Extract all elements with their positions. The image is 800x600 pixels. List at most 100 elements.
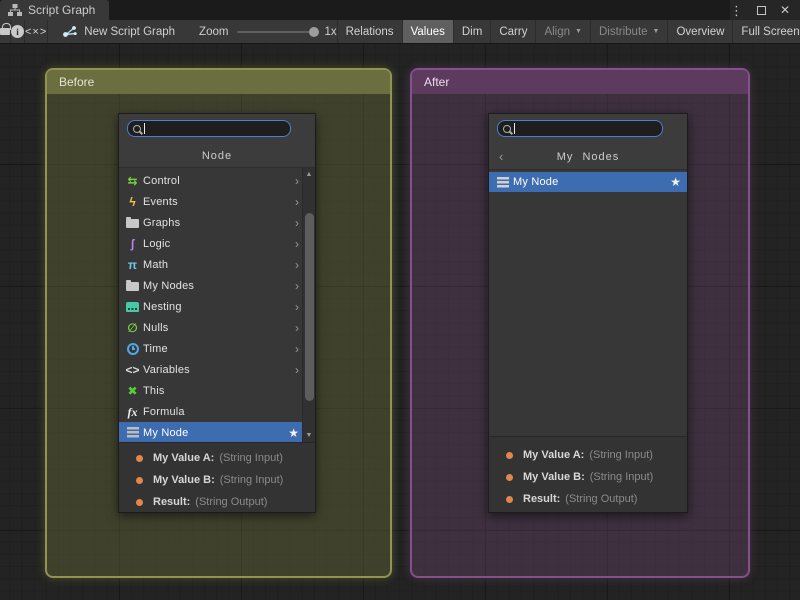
chevron-right-icon xyxy=(295,259,299,271)
info-icon xyxy=(11,25,24,38)
back-chevron-icon[interactable]: ‹ xyxy=(499,144,504,170)
scrollbar[interactable]: ▲ ▼ xyxy=(302,168,315,442)
finder-item-label: Graphs xyxy=(143,217,295,229)
finder-item-my-node[interactable]: My Node xyxy=(489,172,687,192)
port-dot-icon xyxy=(506,474,513,481)
stack-icon xyxy=(494,177,511,188)
toolbar-button-label: Dim xyxy=(462,26,482,38)
variables-icon: <> xyxy=(124,364,141,376)
chevron-right-icon xyxy=(295,175,299,187)
finder-item-logic[interactable]: ʃLogic xyxy=(119,233,315,254)
finder-item-my-nodes[interactable]: My Nodes xyxy=(119,275,315,296)
finder-item-label: Formula xyxy=(143,406,299,418)
events-icon: ϟ xyxy=(124,196,141,208)
tab-script-graph[interactable]: Script Graph xyxy=(0,0,109,20)
formula-icon: fx xyxy=(124,406,141,418)
toolbar-button-carry[interactable]: Carry xyxy=(490,20,535,43)
finder-item-label: My Nodes xyxy=(143,280,295,292)
graph-icon xyxy=(8,4,22,16)
scroll-down-icon[interactable]: ▼ xyxy=(303,429,315,442)
finder-right-title: My Nodes xyxy=(557,151,620,163)
toolbar-button-full-screen[interactable]: Full Screen xyxy=(732,20,800,43)
new-script-graph-button[interactable]: New Script Graph xyxy=(62,25,175,38)
toolbar-button-dim[interactable]: Dim xyxy=(453,20,490,43)
graph-canvas[interactable]: Before After Node ▲ ▼ ⇆ControlϟEventsGra… xyxy=(0,44,800,600)
zoom-slider-handle[interactable] xyxy=(309,27,319,37)
chevron-right-icon xyxy=(295,364,299,376)
finder-item-formula[interactable]: fxFormula xyxy=(119,401,315,422)
finder-item-label: My Node xyxy=(513,176,670,188)
code-view-button[interactable]: <×> xyxy=(25,20,48,43)
finder-item-label: Control xyxy=(143,175,295,187)
port-row: Result:(String Output) xyxy=(119,491,315,513)
search-field[interactable] xyxy=(497,120,663,137)
search-input[interactable] xyxy=(498,121,662,136)
finder-item-variables[interactable]: <>Variables xyxy=(119,359,315,380)
lock-button[interactable] xyxy=(0,20,11,43)
menu-kebab-icon[interactable]: ⋮ xyxy=(730,4,743,17)
toolbar-button-align: Align▼ xyxy=(535,20,590,43)
toolbar-button-label: Align xyxy=(544,26,570,38)
chevron-right-icon xyxy=(295,196,299,208)
finder-item-graphs[interactable]: Graphs xyxy=(119,212,315,233)
port-type: (String Input) xyxy=(219,452,283,464)
finder-item-label: Math xyxy=(143,259,295,271)
finder-item-control[interactable]: ⇆Control xyxy=(119,170,315,191)
search-input[interactable] xyxy=(128,121,290,136)
this-icon: ✖ xyxy=(124,385,141,397)
fuzzy-finder-right: ‹ My Nodes My Node My Value A:(String In… xyxy=(488,113,688,513)
lock-icon xyxy=(0,28,10,35)
port-row: Result:(String Output) xyxy=(489,488,687,510)
stack-icon xyxy=(124,427,141,438)
finder-item-label: My Node xyxy=(143,427,288,439)
title-bar: Script Graph ⋮ ✕ xyxy=(0,0,800,20)
port-name: My Value B: xyxy=(523,471,585,483)
finder-item-this[interactable]: ✖This xyxy=(119,380,315,401)
clock-icon xyxy=(124,343,141,355)
info-button[interactable] xyxy=(11,20,25,43)
dropdown-arrow-icon: ▼ xyxy=(653,28,660,35)
finder-item-label: This xyxy=(143,385,299,397)
maximize-icon[interactable] xyxy=(757,6,766,15)
folder-icon xyxy=(124,217,141,228)
finder-left-ports: My Value A:(String Input)My Value B:(Str… xyxy=(119,442,315,512)
fuzzy-finder-left: Node ▲ ▼ ⇆ControlϟEventsGraphsʃLogicπMat… xyxy=(118,113,316,513)
port-dot-icon xyxy=(136,455,143,462)
zoom-slider[interactable] xyxy=(237,31,315,33)
toolbar-button-label: Values xyxy=(411,26,445,38)
port-row: My Value B:(String Input) xyxy=(489,466,687,488)
toolbar-button-label: Carry xyxy=(499,26,527,38)
port-row: My Value A:(String Input) xyxy=(489,444,687,466)
finder-item-nulls[interactable]: ∅Nulls xyxy=(119,317,315,338)
finder-item-math[interactable]: πMath xyxy=(119,254,315,275)
port-name: Result: xyxy=(153,496,190,508)
finder-left-list: ▲ ▼ ⇆ControlϟEventsGraphsʃLogicπMathMy N… xyxy=(119,168,315,442)
search-field[interactable] xyxy=(127,120,291,137)
finder-item-my-node[interactable]: My Node xyxy=(119,422,315,442)
chevron-right-icon xyxy=(295,238,299,250)
finder-item-nesting[interactable]: Nesting xyxy=(119,296,315,317)
close-icon[interactable]: ✕ xyxy=(780,4,790,16)
scrollbar-thumb[interactable] xyxy=(305,213,314,401)
favorite-star-icon[interactable] xyxy=(670,176,681,188)
toolbar-button-values[interactable]: Values xyxy=(402,20,453,43)
scroll-up-icon[interactable]: ▲ xyxy=(303,168,315,181)
group-before-header[interactable]: Before xyxy=(47,70,390,94)
math-icon: π xyxy=(124,259,141,271)
chevron-right-icon xyxy=(295,217,299,229)
finder-item-label: Nulls xyxy=(143,322,295,334)
finder-item-label: Events xyxy=(143,196,295,208)
port-row: My Value A: (String Input) xyxy=(119,447,315,469)
chevron-right-icon xyxy=(295,280,299,292)
toolbar-button-relations[interactable]: Relations xyxy=(337,20,402,43)
tab-title: Script Graph xyxy=(28,3,95,17)
port-name: Result: xyxy=(523,493,560,505)
port-dot-icon xyxy=(506,496,513,503)
favorite-star-icon[interactable] xyxy=(288,427,299,439)
port-name: My Value A: xyxy=(153,452,214,464)
port-type: (String Input) xyxy=(220,474,284,486)
toolbar-button-overview[interactable]: Overview xyxy=(667,20,732,43)
finder-item-time[interactable]: Time xyxy=(119,338,315,359)
finder-item-events[interactable]: ϟEvents xyxy=(119,191,315,212)
group-after-header[interactable]: After xyxy=(412,70,748,94)
